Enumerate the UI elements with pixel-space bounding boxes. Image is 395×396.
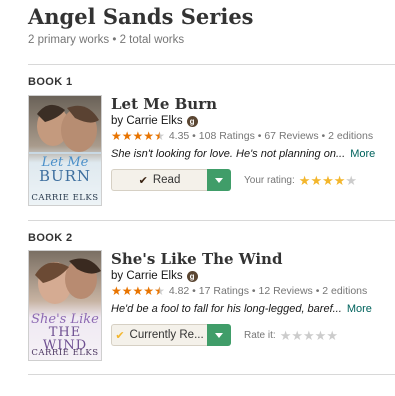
user-rating-stars: ★ ★ ★ ★ ★ [299,174,357,187]
book-number: BOOK 1 [28,76,73,88]
user-rating: Your rating: ★ ★ ★ ★ ★ [244,174,357,187]
user-rating: Rate it: ★ ★ ★ ★ ★ [244,329,338,342]
book-number: BOOK 2 [28,232,73,244]
shelf-dropdown-button[interactable] [207,169,231,191]
editions-count: 2 editions [328,130,374,142]
book-title-link[interactable]: She's Like The Wind [111,250,395,268]
ratings-count: 108 Ratings [198,130,255,142]
check-icon: ✔ [138,174,148,187]
cover-title: Let Me BURN [29,156,101,184]
star-icon: ★ [143,284,155,298]
book-description: He'd be a fool to fall for his long-legg… [111,303,395,315]
rate-star-icon[interactable]: ★ [334,174,346,187]
author-line: by Carrie Elks g [111,270,395,282]
separator: • [248,285,259,297]
shelf-actions: ✔ Read Your rating: ★ ★ ★ ★ ★ [111,169,395,191]
rate-star-icon[interactable]: ★ [315,329,327,342]
user-rating-stars: ★ ★ ★ ★ ★ [280,329,338,342]
average-rating-stars: ★ ★ ★ ★ ★ [111,285,165,297]
rate-star-icon[interactable]: ★ [345,174,357,187]
separator: • [254,130,265,142]
shelf-label: Currently Re... [129,329,204,341]
author-link[interactable]: by Carrie Elks [111,115,183,127]
star-icon: ★ [111,129,122,143]
divider [28,374,395,375]
reviews-count: 12 Reviews [258,285,313,297]
chevron-down-icon [215,332,223,338]
author-line: by Carrie Elks g [111,115,395,127]
book-info: Let Me Burn by Carrie Elks g ★ ★ ★ ★ ★ 4… [111,95,395,191]
shelf-status-button[interactable]: ✔ Read [111,169,207,191]
user-rating-label: Your rating: [244,174,295,186]
average-rating-stars: ★ ★ ★ ★ ★ [111,130,165,142]
rate-star-icon[interactable]: ★ [310,174,322,187]
book-title-link[interactable]: Let Me Burn [111,95,395,113]
star-icon: ★ [111,284,122,298]
rate-star-icon[interactable]: ★ [303,329,315,342]
reviews-count: 67 Reviews [264,130,319,142]
rate-star-icon[interactable]: ★ [322,174,334,187]
more-link[interactable]: More [350,148,375,160]
star-icon: ★ [143,129,155,143]
separator: • [318,130,329,142]
star-icon: ★ [121,129,133,143]
series-subtitle: 2 primary works • 2 total works [28,34,185,46]
star-icon: ★ [132,129,144,143]
cover-caps-title: BURN [38,167,92,185]
editions-count: 2 editions [322,285,368,297]
rate-star-icon[interactable]: ★ [291,329,303,342]
separator: • [189,130,199,142]
cover-art [29,96,101,205]
user-rating-label: Rate it: [244,329,276,341]
rating-line: ★ ★ ★ ★ ★ 4.82 • 17 Ratings • 12 Reviews… [111,285,395,297]
book-cover-shes-like-the-wind[interactable]: She's Like THE WIND CARRIE ELKS [28,250,102,361]
goodreads-author-icon: g [186,270,198,282]
rate-star-icon[interactable]: ★ [326,329,338,342]
average-rating: 4.35 [168,130,190,142]
star-icon: ★ [121,284,133,298]
more-link[interactable]: More [347,303,372,315]
divider [28,220,395,221]
half-star-icon: ★ [154,284,165,298]
book-cover-let-me-burn[interactable]: Let Me BURN CARRIE ELKS [28,95,102,206]
shelf-status-button[interactable]: ✔ Currently Re... [111,324,207,346]
star-icon: ★ [132,284,144,298]
shelf-dropdown-button[interactable] [207,324,231,346]
rate-star-icon[interactable]: ★ [280,329,292,342]
ratings-count: 17 Ratings [198,285,249,297]
series-title: Angel Sands Series [28,4,254,29]
rating-line: ★ ★ ★ ★ ★ 4.35 • 108 Ratings • 67 Review… [111,130,395,142]
author-link[interactable]: by Carrie Elks [111,270,183,282]
divider [28,64,395,65]
description-text: He'd be a fool to fall for his long-legg… [111,303,342,315]
separator: • [312,285,323,297]
chevron-down-icon [215,177,223,183]
shelf-label: Read [152,174,181,186]
description-text: She isn't looking for love. He's not pla… [111,148,346,160]
book-info: She's Like The Wind by Carrie Elks g ★ ★… [111,250,395,346]
average-rating: 4.82 [168,285,190,297]
cover-author: CARRIE ELKS [31,193,99,203]
shelf-actions: ✔ Currently Re... Rate it: ★ ★ ★ ★ ★ [111,324,395,346]
check-icon: ✔ [115,329,125,342]
cover-author: CARRIE ELKS [31,348,99,358]
rate-star-icon[interactable]: ★ [299,174,311,187]
cover-title: She's Like THE WIND [29,313,101,352]
book-description: She isn't looking for love. He's not pla… [111,148,395,160]
goodreads-author-icon: g [186,115,198,127]
separator: • [189,285,199,297]
half-star-icon: ★ [154,129,165,143]
